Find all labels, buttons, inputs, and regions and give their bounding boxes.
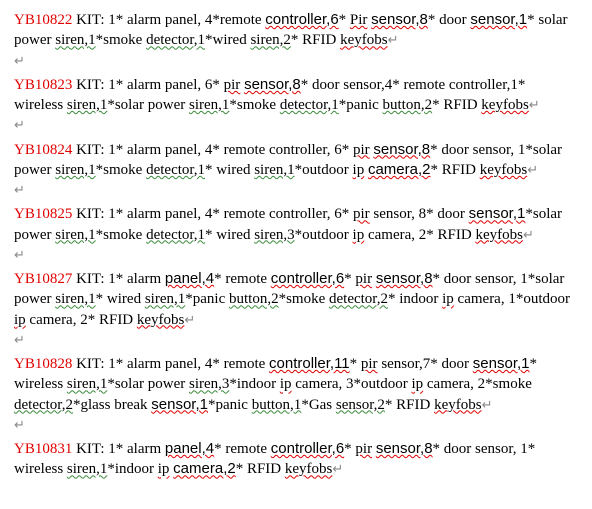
kit-code: YB10823 bbox=[14, 77, 72, 93]
kit-code: YB10824 bbox=[14, 142, 72, 158]
kit-entry: YB10823 KIT: 1* alarm panel, 6* pir sens… bbox=[14, 75, 578, 136]
kit-description: KIT: 1* alarm panel, 4* remote controlle… bbox=[14, 356, 537, 413]
paragraph-mark-icon: ↵ bbox=[14, 117, 25, 132]
kit-entry: YB10825 KIT: 1* alarm panel, 4* remote c… bbox=[14, 204, 578, 265]
kit-entry: YB10822 KIT: 1* alarm panel, 4*remote co… bbox=[14, 10, 578, 71]
kit-description: KIT: 1* alarm panel, 4*remote controller… bbox=[14, 12, 568, 48]
kit-entry: YB10828 KIT: 1* alarm panel, 4* remote c… bbox=[14, 354, 578, 435]
kit-description: KIT: 1* alarm panel, 4* remote controlle… bbox=[14, 206, 562, 242]
kit-code: YB10828 bbox=[14, 356, 72, 372]
kit-entry: YB10831 KIT: 1* alarm panel,4* remote co… bbox=[14, 439, 578, 480]
kit-description: KIT: 1* alarm panel,4* remote controller… bbox=[14, 441, 535, 477]
paragraph-mark-icon: ↵ bbox=[184, 312, 195, 327]
kit-description: KIT: 1* alarm panel,4* remote controller… bbox=[14, 271, 570, 328]
kit-entry: YB10824 KIT: 1* alarm panel, 4* remote c… bbox=[14, 140, 578, 201]
kit-description: KIT: 1* alarm panel, 6* pir sensor,8* do… bbox=[14, 77, 529, 113]
paragraph-mark-icon: ↵ bbox=[388, 32, 399, 47]
kit-entry: YB10827 KIT: 1* alarm panel,4* remote co… bbox=[14, 269, 578, 350]
paragraph-mark-icon: ↵ bbox=[482, 397, 493, 412]
paragraph-mark-icon: ↵ bbox=[332, 461, 343, 476]
kit-description: KIT: 1* alarm panel, 4* remote controlle… bbox=[14, 142, 562, 178]
paragraph-mark-icon: ↵ bbox=[527, 162, 538, 177]
paragraph-mark-icon: ↵ bbox=[14, 182, 25, 197]
kit-code: YB10831 bbox=[14, 441, 72, 457]
paragraph-mark-icon: ↵ bbox=[14, 332, 25, 347]
paragraph-mark-icon: ↵ bbox=[523, 227, 534, 242]
paragraph-mark-icon: ↵ bbox=[14, 417, 25, 432]
kit-code: YB10822 bbox=[14, 12, 72, 28]
paragraph-mark-icon: ↵ bbox=[14, 247, 25, 262]
kit-code: YB10827 bbox=[14, 271, 72, 287]
kit-code: YB10825 bbox=[14, 206, 72, 222]
paragraph-mark-icon: ↵ bbox=[14, 53, 25, 68]
paragraph-mark-icon: ↵ bbox=[529, 97, 540, 112]
kit-list: YB10822 KIT: 1* alarm panel, 4*remote co… bbox=[14, 10, 578, 480]
